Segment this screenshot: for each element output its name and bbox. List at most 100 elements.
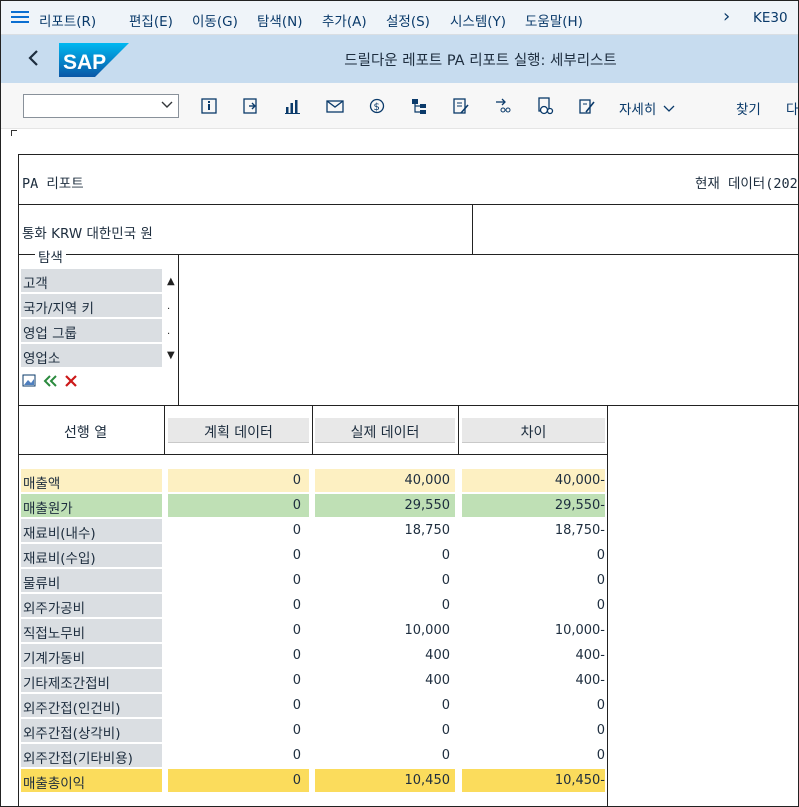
scroll-track[interactable]: . <box>167 326 170 337</box>
plan-value-cell[interactable]: 0 <box>168 544 309 567</box>
plan-value-cell[interactable]: 0 <box>168 694 309 717</box>
find-button[interactable]: 찾기 <box>736 98 761 118</box>
report-header-box <box>18 154 798 205</box>
write-icon[interactable] <box>577 96 597 116</box>
diff-value-cell[interactable]: 0 <box>462 544 605 567</box>
menu-item-help[interactable]: 도움말(H) <box>525 10 583 30</box>
page-title: 드릴다운 레포트 PA 리포트 실행: 세부리스트 <box>344 53 617 69</box>
document-settings-icon[interactable] <box>535 96 555 116</box>
diff-value-cell[interactable]: 0 <box>462 569 605 592</box>
nav-item-country-key[interactable]: 국가/지역 키 <box>21 294 162 317</box>
nav-item-sales-group[interactable]: 영업 그룹 <box>21 319 162 342</box>
column-header-lead: 선행 열 <box>64 425 108 441</box>
menu-item-navigate[interactable]: 탐색(N) <box>257 10 302 30</box>
diff-value-cell[interactable]: 400- <box>462 669 605 692</box>
menu-item-edit[interactable]: 편집(E) <box>129 10 173 30</box>
diff-value-cell[interactable]: 10,450- <box>462 769 605 792</box>
double-chevron-left-icon[interactable] <box>43 374 59 388</box>
actual-value-cell[interactable]: 18,750 <box>315 519 455 542</box>
menu-item-report[interactable]: 리포트(R) <box>39 10 96 30</box>
scroll-down-icon[interactable]: ▼ <box>167 350 175 361</box>
actual-value-cell[interactable]: 400 <box>315 669 455 692</box>
sap-window: 리포트(R) 편집(E) 이동(G) 탐색(N) 추가(A) 설정(S) 시스템… <box>0 0 799 807</box>
diff-value-cell[interactable]: 0 <box>462 744 605 767</box>
plan-value-cell[interactable]: 0 <box>168 669 309 692</box>
row-label[interactable]: 매출액 <box>21 469 162 492</box>
row-label[interactable]: 외주간접(기타비용) <box>21 744 162 767</box>
plan-value-cell[interactable]: 0 <box>168 619 309 642</box>
actual-value-cell[interactable]: 40,000 <box>315 469 455 492</box>
more-button[interactable]: 다 <box>786 98 798 118</box>
plan-value-cell[interactable]: 0 <box>168 494 309 517</box>
row-label[interactable]: 매출원가 <box>21 494 162 517</box>
diff-value-cell[interactable]: 40,000- <box>462 469 605 492</box>
currency-icon[interactable]: $ <box>367 96 387 116</box>
row-label[interactable]: 기타제조간접비 <box>21 669 162 692</box>
scroll-track[interactable]: . <box>167 301 170 312</box>
info-icon[interactable] <box>199 96 219 116</box>
nav-item-sales-office[interactable]: 영업소 <box>21 344 162 367</box>
row-label[interactable]: 물류비 <box>21 569 162 592</box>
actual-value-cell[interactable]: 0 <box>315 744 455 767</box>
row-label[interactable]: 재료비(내수) <box>21 519 162 542</box>
col-divider <box>458 405 459 454</box>
column-header-diff[interactable]: 차이 <box>462 418 605 443</box>
column-header-plan[interactable]: 계획 데이터 <box>168 418 309 443</box>
diff-value-cell[interactable]: 10,000- <box>462 619 605 642</box>
row-label[interactable]: 외주가공비 <box>21 594 162 617</box>
row-label[interactable]: 외주간접(상각비) <box>21 719 162 742</box>
image-icon[interactable] <box>22 374 36 388</box>
actual-value-cell[interactable]: 10,000 <box>315 619 455 642</box>
export-icon[interactable] <box>241 96 261 116</box>
plan-value-cell[interactable]: 0 <box>168 719 309 742</box>
diff-value-cell[interactable]: 29,550- <box>462 494 605 517</box>
actual-value-cell[interactable]: 0 <box>315 694 455 717</box>
navigation-title: 탐색 <box>35 246 66 266</box>
plan-value-cell[interactable]: 0 <box>168 569 309 592</box>
menu-item-extras[interactable]: 추가(A) <box>322 10 367 30</box>
actual-value-cell[interactable]: 400 <box>315 644 455 667</box>
plan-value-cell[interactable]: 0 <box>168 769 309 792</box>
actual-value-cell[interactable]: 29,550 <box>315 494 455 517</box>
report-name: PA 리포트 <box>22 176 84 192</box>
row-label[interactable]: 기계가동비 <box>21 644 162 667</box>
details-menu-button[interactable]: 자세히 <box>619 98 675 118</box>
mail-icon[interactable] <box>325 96 345 116</box>
actual-value-cell[interactable]: 0 <box>315 594 455 617</box>
hierarchy-icon[interactable] <box>409 96 429 116</box>
plan-value-cell[interactable]: 0 <box>168 519 309 542</box>
hamburger-menu-icon[interactable] <box>11 9 29 25</box>
column-header-actual[interactable]: 실제 데이터 <box>315 418 455 443</box>
actual-value-cell[interactable]: 10,450 <box>315 769 455 792</box>
sort-icon[interactable] <box>493 96 513 116</box>
edit-document-icon[interactable] <box>451 96 471 116</box>
actual-value-cell[interactable]: 0 <box>315 569 455 592</box>
chevron-right-icon[interactable]: › <box>723 6 730 27</box>
row-label[interactable]: 외주간접(인건비) <box>21 694 162 717</box>
row-label[interactable]: 재료비(수입) <box>21 544 162 567</box>
diff-value-cell[interactable]: 0 <box>462 594 605 617</box>
plan-value-cell[interactable]: 0 <box>168 594 309 617</box>
plan-value-cell[interactable]: 0 <box>168 644 309 667</box>
actual-value-cell[interactable]: 0 <box>315 544 455 567</box>
actual-value-cell[interactable]: 0 <box>315 719 455 742</box>
close-icon[interactable] <box>64 374 78 388</box>
bar-chart-icon[interactable] <box>283 96 303 116</box>
diff-value-cell[interactable]: 18,750- <box>462 519 605 542</box>
row-label[interactable]: 직접노무비 <box>21 619 162 642</box>
col-divider <box>607 405 608 806</box>
plan-value-cell[interactable]: 0 <box>168 469 309 492</box>
nav-item-customer[interactable]: 고객 <box>21 269 162 292</box>
diff-value-cell[interactable]: 0 <box>462 719 605 742</box>
scroll-up-icon[interactable]: ▲ <box>167 276 175 287</box>
diff-value-cell[interactable]: 400- <box>462 644 605 667</box>
table-header-separator <box>18 454 608 455</box>
row-label[interactable]: 매출총이익 <box>21 769 162 792</box>
layout-select[interactable] <box>23 94 179 118</box>
plan-value-cell[interactable]: 0 <box>168 744 309 767</box>
menu-item-settings[interactable]: 설정(S) <box>386 10 430 30</box>
menu-item-goto[interactable]: 이동(G) <box>192 10 238 30</box>
transaction-code: KE30 <box>753 10 788 26</box>
diff-value-cell[interactable]: 0 <box>462 694 605 717</box>
menu-item-system[interactable]: 시스템(Y) <box>450 10 506 30</box>
